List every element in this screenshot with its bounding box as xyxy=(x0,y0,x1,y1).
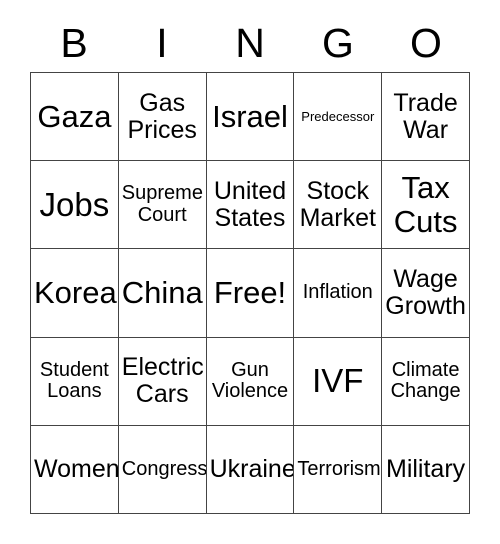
bingo-cell-label: Climate Change xyxy=(390,358,461,403)
bingo-cell[interactable]: Ukraine xyxy=(206,425,295,514)
bingo-cell[interactable]: IVF xyxy=(294,337,383,426)
bingo-cell[interactable]: Military xyxy=(382,425,470,514)
bingo-cell[interactable]: Stock Market xyxy=(294,161,383,250)
bingo-cell-label: China xyxy=(121,275,203,311)
bingo-cell-label: Tax Cuts xyxy=(393,170,458,239)
bingo-cell-label: Military xyxy=(386,454,466,483)
bingo-cell[interactable]: Jobs xyxy=(31,161,119,250)
bingo-cell-label: Korea xyxy=(34,275,117,311)
bingo-cell[interactable]: Climate Change xyxy=(382,337,470,426)
bingo-header-letter-o: O xyxy=(410,19,442,66)
bingo-grid: Gaza Gas Prices Israel Predecessor Trade War… xyxy=(30,72,470,514)
bingo-cell-label: Gas Prices xyxy=(127,88,197,144)
bingo-cell[interactable]: Korea xyxy=(31,249,119,338)
bingo-header-letter-i: I xyxy=(156,19,168,66)
bingo-cell[interactable]: Terrorism xyxy=(294,425,383,514)
bingo-cell[interactable]: United States xyxy=(206,161,295,250)
bingo-cell-label: Terrorism xyxy=(297,457,381,480)
bingo-cell-label: Inflation xyxy=(302,281,373,304)
bingo-cell-label: Congress xyxy=(121,457,207,480)
bingo-cell[interactable]: Congress xyxy=(118,425,207,514)
bingo-cell[interactable]: Inflation xyxy=(294,249,383,338)
bingo-cell-label: Israel xyxy=(212,98,288,134)
bingo-cell[interactable]: Predecessor xyxy=(294,73,383,162)
bingo-cell-label: Women xyxy=(34,454,119,483)
bingo-cell-label: Jobs xyxy=(39,185,110,223)
bingo-header-letter-g: G xyxy=(322,19,354,66)
bingo-cell-label: Gun Violence xyxy=(211,358,289,403)
bingo-cell-label: United States xyxy=(213,176,287,232)
bingo-cell-label: IVF xyxy=(312,362,364,400)
bingo-cell-label: Stock Market xyxy=(299,176,376,232)
bingo-cell[interactable]: Student Loans xyxy=(31,337,119,426)
bingo-cell[interactable]: Gun Violence xyxy=(206,337,295,426)
bingo-cell[interactable]: Wage Growth xyxy=(382,249,470,338)
bingo-header: B I N G O xyxy=(30,14,470,72)
bingo-cell[interactable]: China xyxy=(118,249,207,338)
bingo-cell[interactable]: Women xyxy=(31,425,119,514)
bingo-cell-label: Student Loans xyxy=(39,358,109,403)
bingo-cell-label: Wage Growth xyxy=(385,264,466,320)
bingo-header-letter-n: N xyxy=(235,19,265,66)
bingo-cell-label: Supreme Court xyxy=(121,182,203,226)
bingo-cell-label: Ukraine xyxy=(209,454,295,483)
bingo-card: B I N G O Gaza Gas Prices Israel Predecesso… xyxy=(0,0,500,544)
bingo-header-letter-b: B xyxy=(60,19,88,66)
bingo-cell-free[interactable]: Free! xyxy=(206,249,295,338)
bingo-cell-label: Predecessor xyxy=(301,108,375,124)
bingo-cell[interactable]: Trade War xyxy=(382,73,470,162)
bingo-cell-label: Free! xyxy=(213,275,287,311)
bingo-cell[interactable]: Supreme Court xyxy=(118,161,207,250)
bingo-cell[interactable]: Gaza xyxy=(31,73,119,162)
bingo-cell[interactable]: Israel xyxy=(206,73,295,162)
bingo-cell-label: Trade War xyxy=(393,88,458,144)
bingo-cell-label: Electric Cars xyxy=(121,353,204,409)
bingo-cell[interactable]: Tax Cuts xyxy=(382,161,470,250)
bingo-cell[interactable]: Gas Prices xyxy=(118,73,207,162)
bingo-cell[interactable]: Electric Cars xyxy=(118,337,207,426)
bingo-cell-label: Gaza xyxy=(37,98,112,134)
